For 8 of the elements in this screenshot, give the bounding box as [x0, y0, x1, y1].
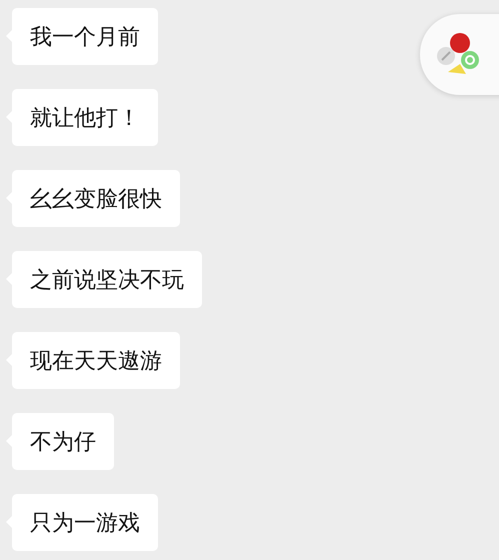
message-bubble: 我一个月前 [12, 8, 158, 65]
message-bubble: 就让他打！ [12, 89, 158, 146]
message-bubble: 之前说坚决不玩 [12, 251, 202, 308]
message-bubble: 只为一游戏 [12, 494, 158, 551]
message-bubble: 不为仔 [12, 413, 114, 470]
floating-widget[interactable] [420, 14, 499, 95]
message-bubble: 现在天天遨游 [12, 332, 180, 389]
message-bubble: 幺幺变脸很快 [12, 170, 180, 227]
